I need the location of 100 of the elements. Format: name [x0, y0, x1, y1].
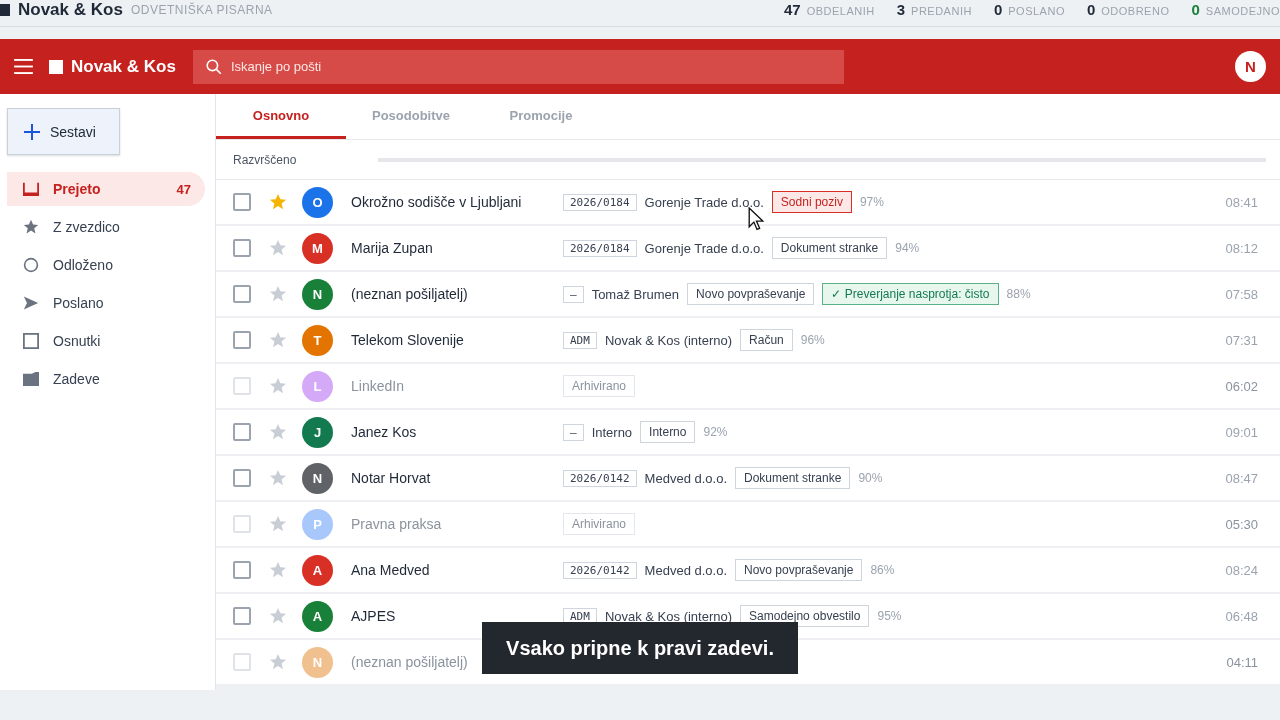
plus-icon: [24, 123, 40, 140]
received-time: 04:11: [1226, 654, 1258, 670]
client-name: Medved d.o.o.: [644, 470, 727, 486]
email-row[interactable]: J Janez Kos – Interno Interno 92% 09:01: [216, 410, 1280, 456]
sender-avatar: P: [302, 508, 333, 540]
sidebar-item[interactable]: Osnutki: [7, 324, 205, 358]
sender-name: Notar Horvat: [351, 470, 432, 486]
confidence-score: 88%: [1006, 287, 1031, 301]
stat-value: 3: [896, 1, 906, 18]
logo-icon: [0, 3, 10, 16]
caption-overlay: Vsako pripne k pravi zadevi.: [482, 622, 798, 674]
confidence-score: 95%: [877, 609, 902, 623]
case-reference: –: [563, 285, 584, 303]
email-row[interactable]: A Ana Medved 2026/0142 Medved d.o.o. Novo povpraševanje 86% 08:24: [216, 548, 1280, 594]
received-time: 06:02: [1225, 378, 1258, 394]
sidebar-item[interactable]: Poslano: [7, 286, 205, 320]
category-tag: Arhivirano: [563, 513, 636, 535]
stat-label: ODOBRENO: [1101, 5, 1170, 17]
received-time: 09:01: [1225, 424, 1258, 440]
star-icon[interactable]: [269, 515, 287, 533]
sidebar-item[interactable]: Prejeto 47: [7, 172, 205, 206]
checkbox[interactable]: [233, 607, 251, 625]
checkbox[interactable]: [233, 423, 251, 441]
category-tag: Arhivirano: [563, 375, 636, 397]
client-name: Interno: [591, 424, 633, 440]
star-icon[interactable]: [269, 653, 287, 671]
star-icon[interactable]: [269, 469, 287, 487]
client-name: Medved d.o.o.: [644, 562, 727, 578]
stat-value: 0: [993, 1, 1003, 18]
mouse-cursor-icon: [748, 207, 765, 232]
star-icon[interactable]: [269, 239, 287, 257]
sidebar-item[interactable]: Zadeve: [7, 362, 205, 396]
category-tag: Novo povpraševanje: [687, 283, 815, 305]
checkbox[interactable]: [233, 285, 251, 303]
received-time: 08:24: [1225, 562, 1258, 578]
compose-button[interactable]: Sestavi: [7, 108, 120, 155]
sender-name: Marija Zupan: [351, 240, 434, 256]
checkbox[interactable]: [233, 193, 251, 211]
case-reference: –: [563, 423, 584, 441]
star-icon[interactable]: [269, 331, 287, 349]
confidence-score: 96%: [800, 333, 825, 347]
sidebar-item[interactable]: Z zvezdico: [7, 210, 205, 244]
sender-name: Janez Kos: [351, 424, 418, 440]
search-field[interactable]: Iskanje po pošti: [192, 49, 844, 84]
received-time: 05:30: [1225, 516, 1258, 532]
checkbox[interactable]: [233, 239, 251, 257]
stat-value: 0: [1086, 1, 1096, 18]
email-row[interactable]: N (neznan pošiljatelj) – Tomaž Brumen Novo povpraševanje ✓ Preverjanje nasprotja: čisto 88% 07:58: [216, 272, 1280, 318]
confidence-score: 97%: [859, 195, 884, 209]
star-icon[interactable]: [269, 285, 287, 303]
sender-name: LinkedIn: [351, 378, 405, 394]
sort-label: Razvrščeno: [233, 152, 297, 167]
stat-label: SAMODEJNO: [1205, 5, 1280, 17]
stat-value: 47: [783, 1, 801, 18]
client-name: Tomaž Brumen: [591, 286, 680, 302]
received-time: 07:58: [1225, 286, 1258, 302]
category-tag: Novo povpraševanje: [735, 559, 863, 581]
sender-avatar: O: [302, 186, 333, 218]
sender-avatar: T: [302, 324, 333, 356]
square-icon: [23, 333, 39, 349]
email-row[interactable]: N Notar Horvat 2026/0142 Medved d.o.o. Dokument stranke 90% 08:47: [216, 456, 1280, 502]
sender-name: Okrožno sodišče v Ljubljani: [351, 194, 523, 210]
sidebar-item[interactable]: Odloženo: [7, 248, 205, 282]
stat-label: OBDELANIH: [806, 5, 875, 17]
unread-count: 47: [176, 181, 191, 197]
star-icon: [23, 219, 39, 235]
client-name: Gorenje Trade d.o.o.: [644, 194, 764, 210]
case-reference: ADM: [563, 331, 597, 349]
checkbox[interactable]: [233, 561, 251, 579]
email-row[interactable]: M Marija Zupan 2026/0184 Gorenje Trade d.o.o. Dokument stranke 94% 08:12: [216, 226, 1280, 272]
star-icon[interactable]: [269, 607, 287, 625]
tab[interactable]: Osnovno: [216, 94, 346, 139]
category-tag: Sodni poziv: [771, 191, 852, 213]
case-reference: 2026/0184: [563, 239, 637, 257]
folder-icon: [23, 371, 39, 387]
sender-name: (neznan pošiljatelj): [351, 286, 469, 302]
checkbox[interactable]: [233, 469, 251, 487]
received-time: 07:31: [1225, 332, 1258, 348]
case-reference: 2026/0142: [563, 469, 637, 487]
star-icon[interactable]: [269, 377, 287, 395]
email-row[interactable]: T Telekom Slovenije ADM Novak & Kos (interno) Račun 96% 07:31: [216, 318, 1280, 364]
email-row[interactable]: O Okrožno sodišče v Ljubljani 2026/0184 Gorenje Trade d.o.o. Sodni poziv 97% 08:41: [216, 180, 1280, 226]
received-time: 08:47: [1225, 470, 1258, 486]
sender-avatar: A: [302, 554, 333, 586]
client-name: Novak & Kos (interno): [604, 332, 733, 348]
sender-name: Pravna praksa: [351, 516, 443, 532]
confidence-score: 90%: [858, 471, 883, 485]
sender-avatar: N: [302, 462, 333, 494]
menu-icon[interactable]: [14, 59, 33, 74]
sender-avatar: N: [302, 646, 333, 678]
category-tag: ✓ Preverjanje nasprotja: čisto: [822, 283, 999, 305]
client-name: Gorenje Trade d.o.o.: [644, 240, 764, 256]
user-avatar[interactable]: N: [1235, 51, 1266, 82]
send-icon: [23, 295, 39, 311]
star-icon[interactable]: [269, 561, 287, 579]
checkbox[interactable]: [233, 331, 251, 349]
logo-icon: [49, 59, 63, 74]
star-icon[interactable]: [269, 423, 287, 441]
star-icon[interactable]: [269, 193, 287, 211]
sender-avatar: N: [302, 278, 333, 310]
